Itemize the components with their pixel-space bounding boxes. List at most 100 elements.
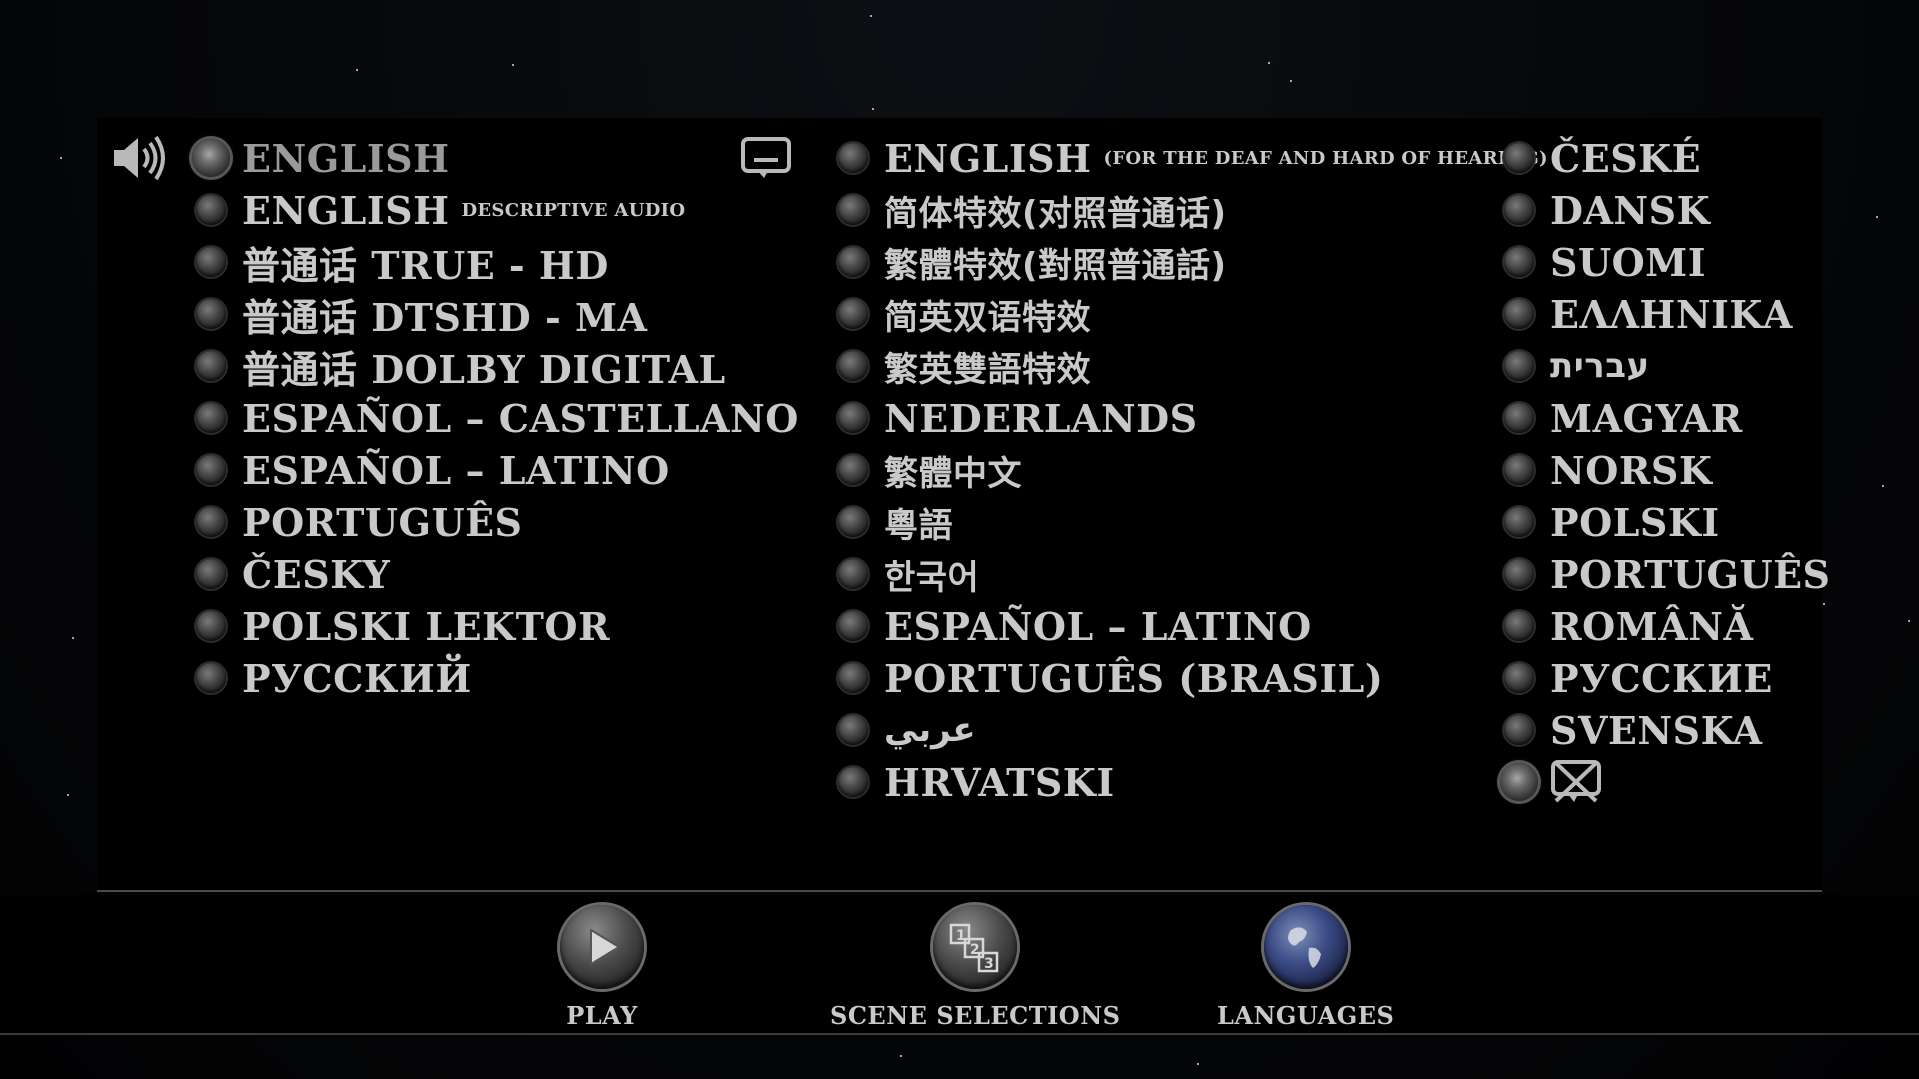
option-label: 简英双语特效 (884, 297, 1091, 338)
option-label: 普通话 DTSHD - MA (242, 294, 648, 340)
subtitle-option-korean[interactable]: 한국어 (838, 548, 1548, 600)
radio[interactable] (838, 247, 868, 277)
subtitle-option-norwegian[interactable]: NORSK (1504, 444, 1831, 496)
radio-selected[interactable] (1500, 763, 1538, 801)
svg-text:1: 1 (956, 928, 966, 944)
subtitle-option-russian[interactable]: РУССКИЕ (1504, 652, 1831, 704)
radio[interactable] (838, 507, 868, 537)
radio[interactable] (838, 611, 868, 641)
option-label: 한국어 (884, 557, 980, 598)
audio-option-russian[interactable]: РУССКИЙ (196, 652, 799, 704)
radio[interactable] (1504, 247, 1534, 277)
subtitle-option-english-sdh[interactable]: ENGLISH (FOR THE DEAF AND HARD OF HEARIN… (838, 132, 1548, 184)
star (60, 157, 62, 159)
audio-option-spanish-castellano[interactable]: ESPAÑOL – CASTELLANO (196, 392, 799, 444)
radio[interactable] (196, 663, 226, 693)
radio-selected[interactable] (192, 139, 230, 177)
dvd-menu-background: ENGLISH ENGLISH DESCRIPTIVE AUDIO 普通话 TR… (0, 0, 1919, 1079)
star (1876, 216, 1878, 218)
radio[interactable] (838, 299, 868, 329)
radio[interactable] (196, 611, 226, 641)
audio-option-polish-lektor[interactable]: POLSKI LEKTOR (196, 600, 799, 652)
radio[interactable] (196, 299, 226, 329)
radio[interactable] (1504, 403, 1534, 433)
radio[interactable] (838, 143, 868, 173)
radio[interactable] (1504, 559, 1534, 589)
subtitle-option-off[interactable] (1500, 756, 1831, 808)
bottom-navigation-bar: PLAY 1 2 3 SCENE SELECTIONS LANGUAGES (0, 895, 1919, 1035)
subtitle-option-swedish[interactable]: SVENSKA (1504, 704, 1831, 756)
subtitle-option-greek[interactable]: ΕΛΛΗΝΙΚΑ (1504, 288, 1831, 340)
radio[interactable] (1504, 455, 1534, 485)
radio[interactable] (196, 351, 226, 381)
subtitle-option-traditional-chinese-effects[interactable]: 繁體特效(對照普通話) (838, 236, 1548, 288)
radio[interactable] (838, 195, 868, 225)
option-label: ESPAÑOL – LATINO (884, 603, 1312, 649)
radio[interactable] (1504, 663, 1534, 693)
subtitle-option-danish[interactable]: DANSK (1504, 184, 1831, 236)
subtitle-option-portuguese[interactable]: PORTUGUÊS (1504, 548, 1831, 600)
subtitle-option-croatian[interactable]: HRVATSKI (838, 756, 1548, 808)
subtitle-option-cantonese[interactable]: 粵語 (838, 496, 1548, 548)
subtitle-option-traditional-bilingual[interactable]: 繁英雙語特效 (838, 340, 1548, 392)
radio[interactable] (1504, 351, 1534, 381)
scene-selections-button[interactable]: 1 2 3 SCENE SELECTIONS (830, 905, 1120, 1030)
radio[interactable] (838, 767, 868, 797)
languages-button[interactable]: LANGUAGES (1217, 905, 1394, 1030)
radio[interactable] (1504, 507, 1534, 537)
radio[interactable] (196, 195, 226, 225)
subtitle-option-spanish-latino[interactable]: ESPAÑOL – LATINO (838, 600, 1548, 652)
radio[interactable] (1504, 611, 1534, 641)
globe-icon[interactable] (1263, 905, 1348, 989)
radio[interactable] (838, 663, 868, 693)
radio[interactable] (838, 715, 868, 745)
audio-option-mandarin-truehd[interactable]: 普通话 TRUE - HD (196, 236, 799, 288)
radio[interactable] (1504, 299, 1534, 329)
subtitle-option-simplified-bilingual[interactable]: 简英双语特效 (838, 288, 1548, 340)
scene-selections-icon[interactable]: 1 2 3 (933, 905, 1018, 989)
option-label: SUOMI (1550, 239, 1707, 285)
star (1882, 485, 1884, 487)
svg-text:2: 2 (970, 942, 980, 958)
subtitle-option-finnish[interactable]: SUOMI (1504, 236, 1831, 288)
option-label: ČESKÉ (1550, 135, 1702, 181)
radio[interactable] (196, 455, 226, 485)
option-label: ESPAÑOL – LATINO (242, 447, 670, 493)
radio[interactable] (1504, 715, 1534, 745)
subtitle-option-traditional-chinese[interactable]: 繁體中文 (838, 444, 1548, 496)
audio-option-english[interactable]: ENGLISH (192, 132, 799, 184)
subtitle-option-polish[interactable]: POLSKI (1504, 496, 1831, 548)
radio[interactable] (196, 247, 226, 277)
audio-option-english-descriptive[interactable]: ENGLISH DESCRIPTIVE AUDIO (196, 184, 799, 236)
option-label: ČESKY (242, 551, 391, 597)
radio[interactable] (838, 351, 868, 381)
audio-option-czech[interactable]: ČESKY (196, 548, 799, 600)
subtitle-option-hebrew[interactable]: עברית (1504, 340, 1831, 392)
subtitle-option-dutch[interactable]: NEDERLANDS (838, 392, 1548, 444)
subtitle-option-portuguese-brasil[interactable]: PORTUGUÊS (BRASIL) (838, 652, 1548, 704)
subtitle-option-simplified-chinese-effects[interactable]: 简体特效(对照普通话) (838, 184, 1548, 236)
option-label: MAGYAR (1550, 395, 1743, 441)
star (1268, 62, 1270, 64)
audio-option-mandarin-dolby[interactable]: 普通话 DOLBY DIGITAL (196, 340, 799, 392)
subtitle-language-list-2: ČESKÉ DANSK SUOMI ΕΛΛΗΝΙΚΑ עברית MAGYAR (1500, 132, 1831, 808)
radio[interactable] (838, 559, 868, 589)
subtitle-option-hungarian[interactable]: MAGYAR (1504, 392, 1831, 444)
radio[interactable] (1504, 195, 1534, 225)
play-button[interactable]: PLAY (560, 905, 644, 1030)
subtitle-option-arabic[interactable]: عربي (838, 704, 1548, 756)
option-label: عربي (884, 710, 976, 750)
play-icon[interactable] (560, 905, 644, 989)
radio[interactable] (196, 403, 226, 433)
radio[interactable] (838, 455, 868, 485)
subtitle-icon (741, 137, 791, 178)
audio-option-mandarin-dtshd[interactable]: 普通话 DTSHD - MA (196, 288, 799, 340)
subtitle-option-romanian[interactable]: ROMÂNĂ (1504, 600, 1831, 652)
subtitle-option-czech[interactable]: ČESKÉ (1504, 132, 1831, 184)
radio[interactable] (196, 507, 226, 537)
audio-option-portuguese[interactable]: PORTUGUÊS (196, 496, 799, 548)
radio[interactable] (196, 559, 226, 589)
radio[interactable] (1504, 143, 1534, 173)
audio-option-spanish-latino[interactable]: ESPAÑOL – LATINO (196, 444, 799, 496)
radio[interactable] (838, 403, 868, 433)
